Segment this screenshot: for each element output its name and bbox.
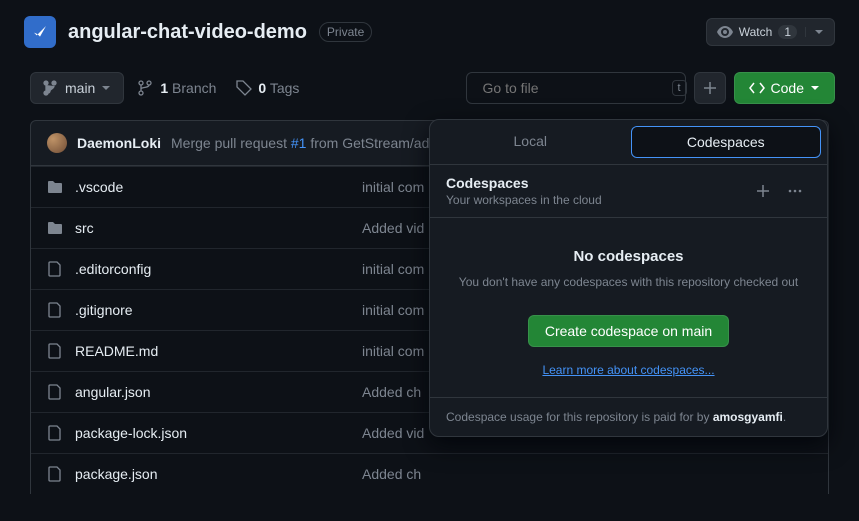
file-icon xyxy=(47,302,63,318)
repo-logo xyxy=(24,16,56,48)
chevron-down-icon xyxy=(101,83,111,93)
branch-name: main xyxy=(65,80,95,96)
learn-more-link[interactable]: Learn more about codespaces... xyxy=(450,363,807,377)
plus-icon xyxy=(755,183,771,199)
tag-icon xyxy=(236,80,252,96)
codespaces-header: Codespaces Your workspaces in the cloud xyxy=(430,164,827,217)
repo-name[interactable]: angular-chat-video-demo xyxy=(68,21,307,44)
file-name[interactable]: package.json xyxy=(75,466,350,482)
commit-message[interactable]: Merge pull request #1 from GetStream/ad xyxy=(171,135,429,151)
create-codespace-button[interactable]: Create codespace on main xyxy=(528,315,729,347)
file-name[interactable]: .editorconfig xyxy=(75,261,350,277)
visibility-badge: Private xyxy=(319,22,372,42)
panel-title: Codespaces xyxy=(446,175,747,191)
panel-subtitle: Your workspaces in the cloud xyxy=(446,193,747,207)
footer-user[interactable]: amosgyamfi xyxy=(713,410,783,424)
codespaces-body: No codespaces You don't have any codespa… xyxy=(430,217,827,397)
code-icon xyxy=(749,80,765,96)
file-name[interactable]: package-lock.json xyxy=(75,425,350,441)
tab-codespaces[interactable]: Codespaces xyxy=(631,126,822,158)
codespace-options-button[interactable] xyxy=(779,177,811,205)
branch-selector[interactable]: main xyxy=(30,72,124,104)
keyboard-hint: t xyxy=(672,80,687,96)
file-name[interactable]: angular.json xyxy=(75,384,350,400)
git-branch-icon xyxy=(43,80,59,96)
plus-icon xyxy=(702,80,718,96)
avatar[interactable] xyxy=(47,133,67,153)
file-icon xyxy=(47,384,63,400)
watch-button[interactable]: Watch 1 xyxy=(706,18,835,46)
pr-link[interactable]: #1 xyxy=(291,135,307,151)
file-icon xyxy=(47,261,63,277)
file-icon xyxy=(47,343,63,359)
code-label: Code xyxy=(771,80,804,96)
file-search[interactable]: t xyxy=(466,72,686,104)
add-file-button[interactable] xyxy=(694,72,726,104)
file-commit-message[interactable]: Added ch xyxy=(362,466,812,482)
file-name[interactable]: src xyxy=(75,220,350,236)
folder-icon xyxy=(47,179,63,195)
watch-label: Watch xyxy=(739,25,773,39)
chevron-down-icon xyxy=(810,83,820,93)
dropdown-tabs: Local Codespaces xyxy=(430,120,827,164)
file-name[interactable]: README.md xyxy=(75,343,350,359)
commit-author[interactable]: DaemonLoki xyxy=(77,135,161,151)
tags-link[interactable]: 0 Tags xyxy=(230,80,305,96)
file-icon xyxy=(47,425,63,441)
kebab-icon xyxy=(787,183,803,199)
repo-header: angular-chat-video-demo Private Watch 1 xyxy=(0,0,859,64)
empty-state-title: No codespaces xyxy=(450,248,807,265)
file-name[interactable]: .gitignore xyxy=(75,302,350,318)
eye-icon xyxy=(717,24,733,40)
new-codespace-button[interactable] xyxy=(747,177,779,205)
git-branch-icon xyxy=(138,80,154,96)
folder-icon xyxy=(47,220,63,236)
file-name[interactable]: .vscode xyxy=(75,179,350,195)
branches-link[interactable]: 1 Branch xyxy=(132,80,222,96)
empty-state-description: You don't have any codespaces with this … xyxy=(450,273,807,291)
codespaces-footer: Codespace usage for this repository is p… xyxy=(430,397,827,436)
repo-toolbar: main 1 Branch 0 Tags t Code xyxy=(0,64,859,120)
code-button[interactable]: Code xyxy=(734,72,835,104)
tab-local[interactable]: Local xyxy=(436,126,625,158)
search-input[interactable] xyxy=(483,80,664,96)
file-row[interactable]: package.json Added ch xyxy=(31,453,828,494)
file-icon xyxy=(47,466,63,482)
code-dropdown: Local Codespaces Codespaces Your workspa… xyxy=(429,119,828,437)
watch-count: 1 xyxy=(778,25,797,39)
chevron-down-icon[interactable] xyxy=(805,27,824,37)
